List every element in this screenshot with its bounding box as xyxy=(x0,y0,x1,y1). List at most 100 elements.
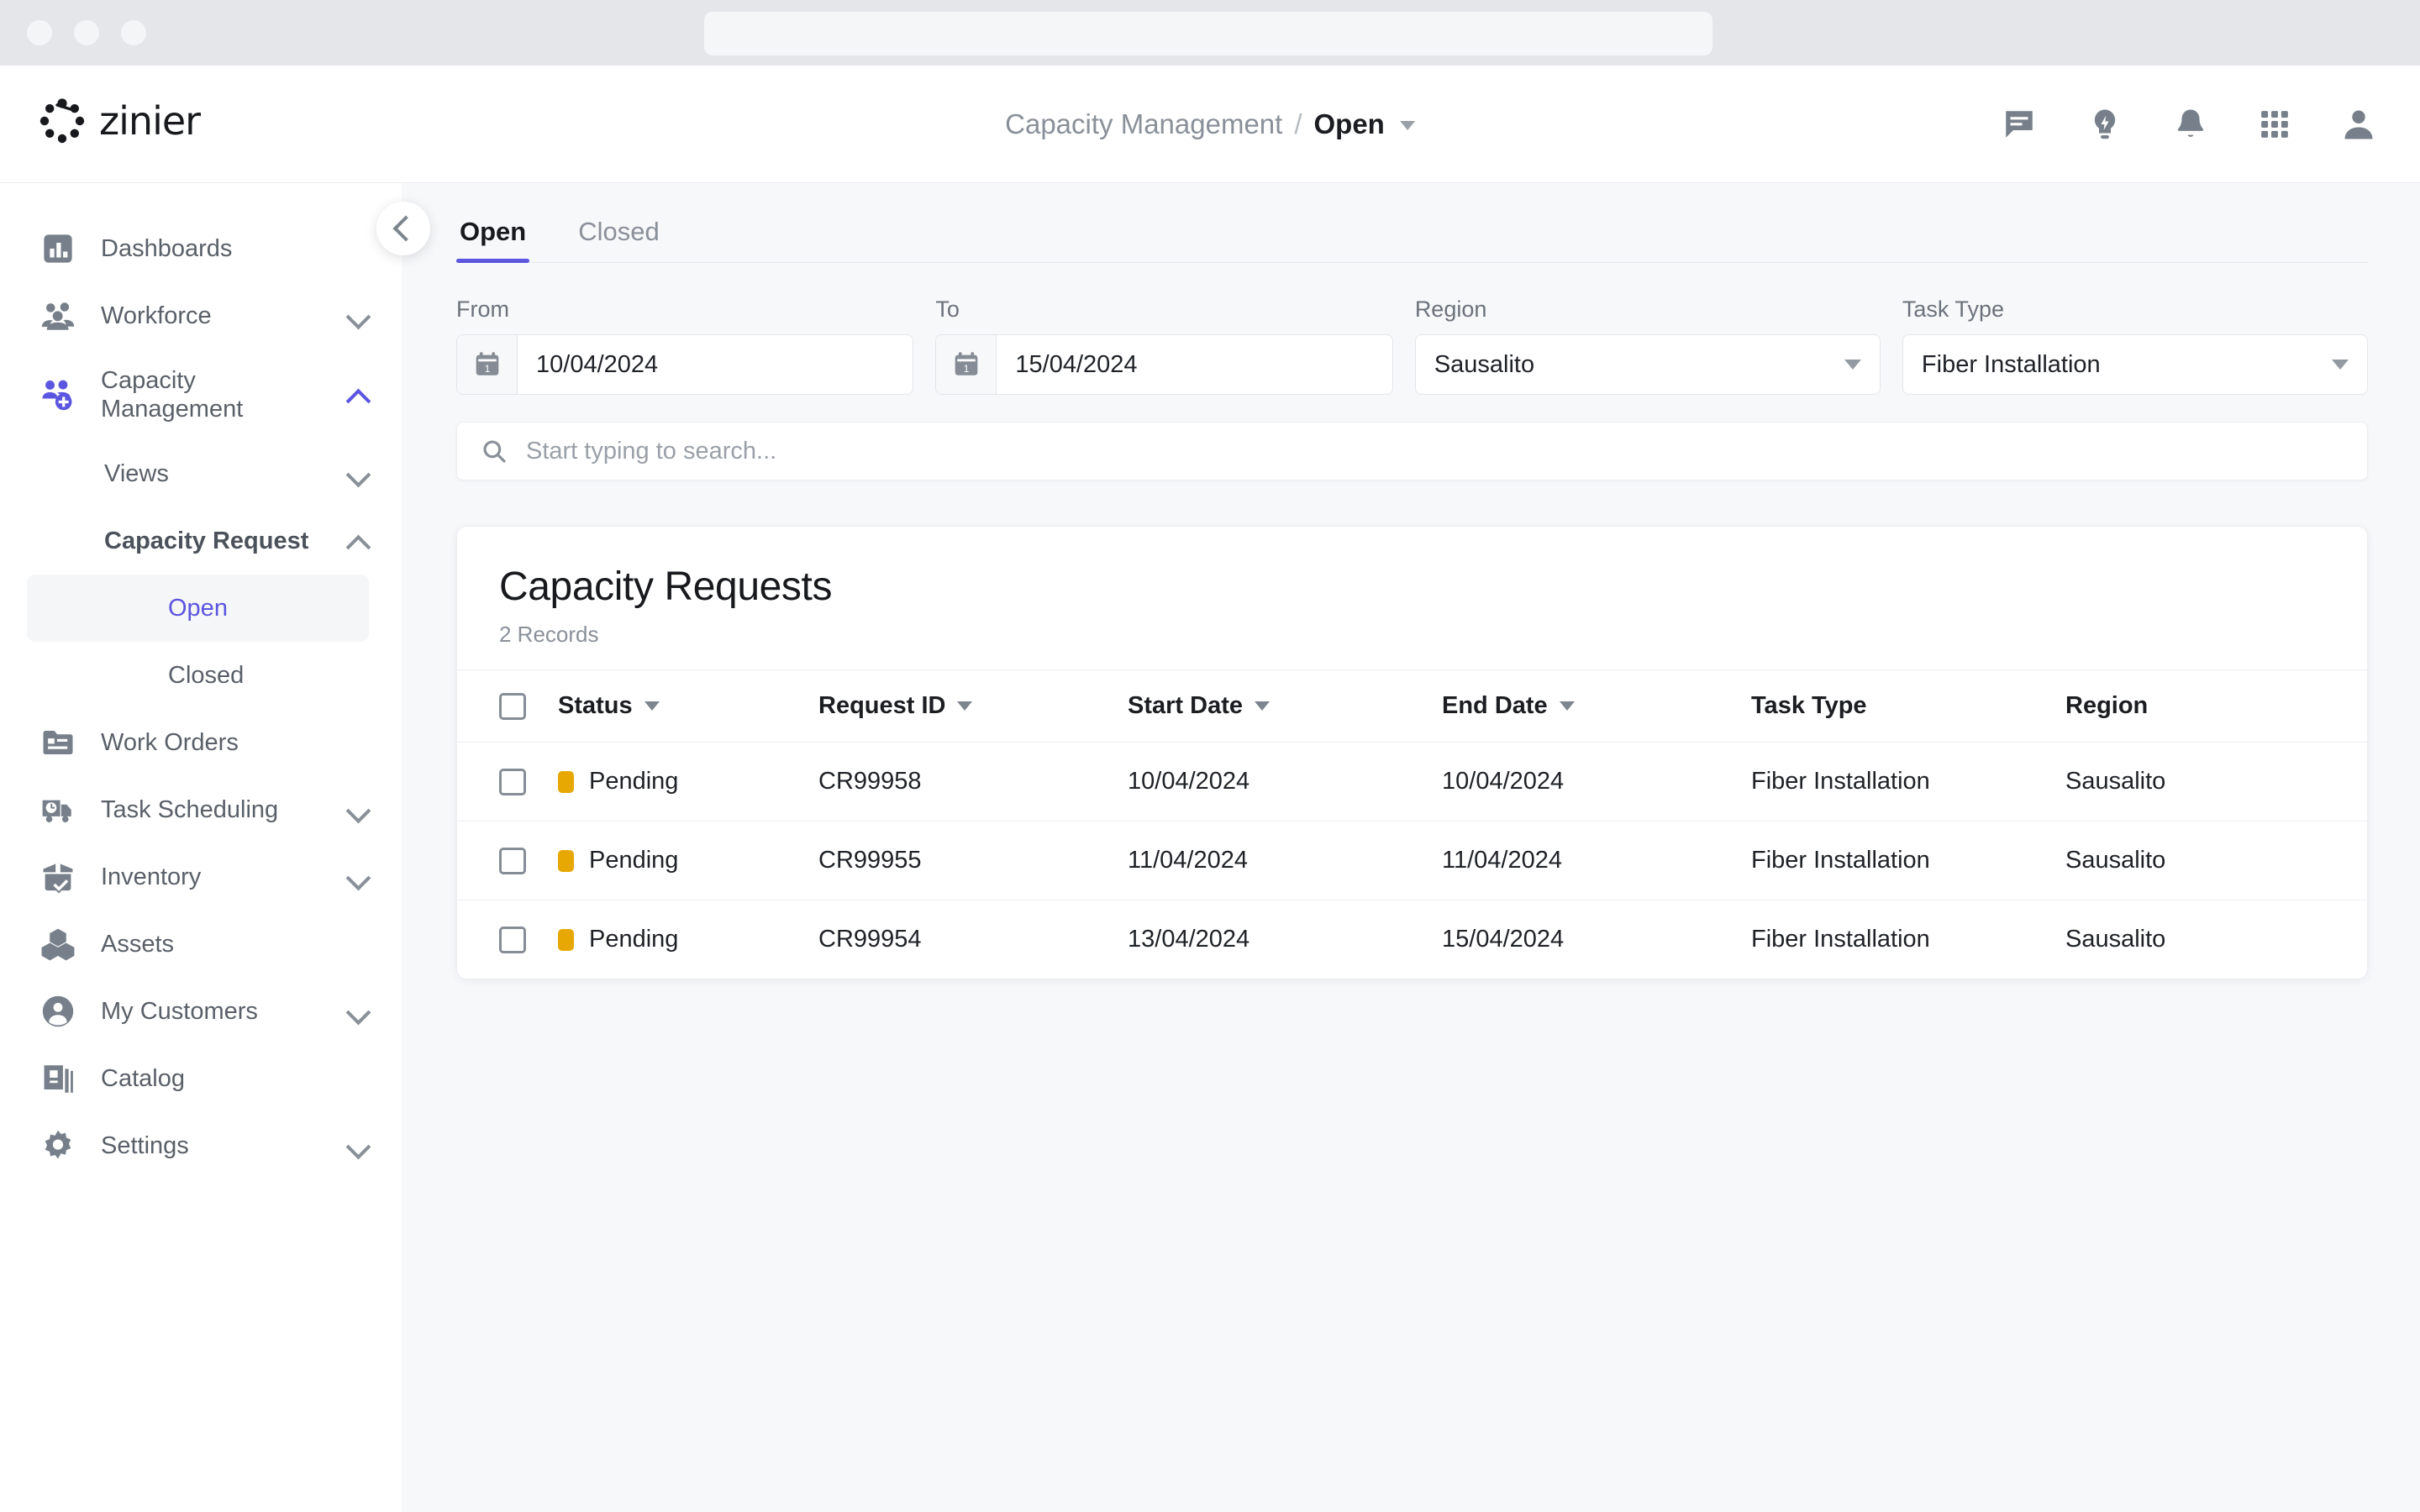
table-row[interactable]: Pending CR99954 13/04/2024 15/04/2024 Fi… xyxy=(457,900,2367,979)
cell-start-date: 10/04/2024 xyxy=(1128,742,1442,822)
capacity-requests-table: Status Request ID Start Date End Date Ta… xyxy=(457,669,2367,979)
cell-region: Sausalito xyxy=(2065,742,2367,822)
row-checkbox[interactable] xyxy=(499,926,526,953)
tab-open[interactable]: Open xyxy=(456,205,530,263)
to-date-field[interactable]: 1 15/04/2024 xyxy=(935,334,1393,395)
my-customers-icon xyxy=(40,994,86,1029)
sidebar-item-closed[interactable]: Closed xyxy=(27,642,369,709)
row-checkbox[interactable] xyxy=(499,847,526,874)
record-count: 2 Records xyxy=(499,622,599,647)
chevron-up-icon[interactable] xyxy=(347,384,369,406)
chevron-down-icon[interactable] xyxy=(347,305,369,327)
cell-request-id[interactable]: CR99954 xyxy=(818,900,1128,979)
tab-closed[interactable]: Closed xyxy=(575,205,663,262)
sidebar-item-work-orders[interactable]: Work Orders xyxy=(0,709,402,776)
app-header: zinier Capacity Management / Open xyxy=(0,66,2420,183)
filter-to: To 1 15/04/2024 xyxy=(935,297,1393,395)
chevron-up-icon[interactable] xyxy=(347,530,369,552)
ideas-icon[interactable] xyxy=(2087,107,2123,142)
page-title: Capacity Requests xyxy=(499,564,833,609)
close-window-button[interactable] xyxy=(27,20,52,45)
cell-request-id[interactable]: CR99958 xyxy=(818,742,1128,822)
chevron-down-icon[interactable] xyxy=(1844,360,1861,370)
chevron-down-icon[interactable] xyxy=(2332,360,2349,370)
browser-chrome xyxy=(0,0,2420,66)
sort-icon[interactable] xyxy=(644,701,660,711)
search-input[interactable]: Start typing to search... xyxy=(526,438,776,465)
breadcrumb-parent[interactable]: Capacity Management xyxy=(1005,108,1282,140)
sidebar-item-capacity-management[interactable]: Capacity Management xyxy=(0,349,402,440)
status-label: Pending xyxy=(589,926,679,953)
sidebar-item-label: Settings xyxy=(101,1131,189,1159)
to-date-value[interactable]: 15/04/2024 xyxy=(997,335,1155,394)
from-date-value[interactable]: 10/04/2024 xyxy=(518,335,676,394)
chevron-down-icon[interactable] xyxy=(347,799,369,821)
calendar-icon[interactable]: 1 xyxy=(457,335,518,394)
apps-grid-icon[interactable] xyxy=(2259,108,2291,140)
cell-status: Pending xyxy=(558,900,818,979)
messages-icon[interactable] xyxy=(2002,107,2037,142)
table-row[interactable]: Pending CR99955 11/04/2024 11/04/2024 Fi… xyxy=(457,821,2367,900)
tab-bar: Open Closed xyxy=(456,183,2368,263)
chevron-down-icon[interactable] xyxy=(347,1135,369,1157)
breadcrumb-current[interactable]: Open xyxy=(1314,108,1385,140)
main-content: Open Closed From 1 10/04/2024 To 1 15/04… xyxy=(404,183,2420,1512)
sidebar-item-label: Catalog xyxy=(101,1064,185,1092)
sidebar: Dashboards Workforce Capacity Management… xyxy=(0,183,403,1512)
sidebar-item-inventory[interactable]: Inventory xyxy=(0,843,402,911)
sidebar-item-label: My Customers xyxy=(101,997,258,1025)
card-header: Capacity Requests 2 Records xyxy=(457,527,2367,669)
column-header-region[interactable]: Region xyxy=(2065,669,2367,743)
column-header-request-id[interactable]: Request ID xyxy=(818,669,1128,743)
column-header-task-type[interactable]: Task Type xyxy=(1751,669,2065,743)
from-date-field[interactable]: 1 10/04/2024 xyxy=(456,334,914,395)
chevron-down-icon[interactable] xyxy=(347,866,369,888)
assets-icon xyxy=(40,927,86,962)
sidebar-item-label: Dashboards xyxy=(101,234,233,262)
region-select[interactable]: Sausalito xyxy=(1414,334,1881,395)
task-type-select[interactable]: Fiber Installation xyxy=(1902,334,2368,395)
notifications-icon[interactable] xyxy=(2173,107,2208,142)
sidebar-item-label: Work Orders xyxy=(101,728,239,756)
user-profile-icon[interactable] xyxy=(2341,107,2376,142)
row-checkbox[interactable] xyxy=(499,768,526,795)
sidebar-item-my-customers[interactable]: My Customers xyxy=(0,978,402,1045)
sort-icon[interactable] xyxy=(1559,701,1575,711)
cell-request-id[interactable]: CR99955 xyxy=(818,821,1128,900)
column-header-end-date[interactable]: End Date xyxy=(1442,669,1751,743)
filter-region-label: Region xyxy=(1414,297,1487,322)
sidebar-item-task-scheduling[interactable]: Task Scheduling xyxy=(0,776,402,843)
breadcrumb: Capacity Management / Open xyxy=(1005,108,1415,140)
sidebar-item-assets[interactable]: Assets xyxy=(0,911,402,978)
table-row[interactable]: Pending CR99958 10/04/2024 10/04/2024 Fi… xyxy=(457,742,2367,822)
sidebar-item-settings[interactable]: Settings xyxy=(0,1112,402,1179)
column-header-status[interactable]: Status xyxy=(558,669,818,743)
sidebar-subitem-views[interactable]: Views xyxy=(0,440,402,507)
brand-logo[interactable]: zinier xyxy=(37,96,201,146)
svg-text:1: 1 xyxy=(484,363,490,375)
column-label: Status xyxy=(558,692,633,719)
chevron-down-icon[interactable] xyxy=(1399,121,1415,130)
sidebar-item-catalog[interactable]: Catalog xyxy=(0,1045,402,1112)
sidebar-item-workforce[interactable]: Workforce xyxy=(0,282,402,349)
sidebar-item-dashboards[interactable]: Dashboards xyxy=(0,215,402,282)
sort-icon[interactable] xyxy=(1255,701,1270,711)
sidebar-subitem-capacity-request[interactable]: Capacity Request xyxy=(0,507,402,575)
sidebar-item-open[interactable]: Open xyxy=(27,575,369,642)
cell-task-type: Fiber Installation xyxy=(1751,926,1930,953)
tab-label: Closed xyxy=(578,217,660,246)
calendar-icon[interactable]: 1 xyxy=(936,335,997,394)
column-header-start-date[interactable]: Start Date xyxy=(1128,669,1442,743)
minimize-window-button[interactable] xyxy=(74,20,99,45)
chevron-down-icon[interactable] xyxy=(347,463,369,485)
collapse-sidebar-button[interactable] xyxy=(376,202,430,255)
sidebar-item-label: Capacity Management xyxy=(101,366,244,423)
chevron-down-icon[interactable] xyxy=(347,1000,369,1022)
inventory-icon xyxy=(40,859,86,895)
sort-icon[interactable] xyxy=(957,701,973,711)
column-label: Region xyxy=(2065,692,2149,719)
address-bar[interactable] xyxy=(704,12,1712,55)
maximize-window-button[interactable] xyxy=(121,20,146,45)
select-all-checkbox[interactable] xyxy=(499,692,526,720)
search-bar[interactable]: Start typing to search... xyxy=(456,422,2368,480)
